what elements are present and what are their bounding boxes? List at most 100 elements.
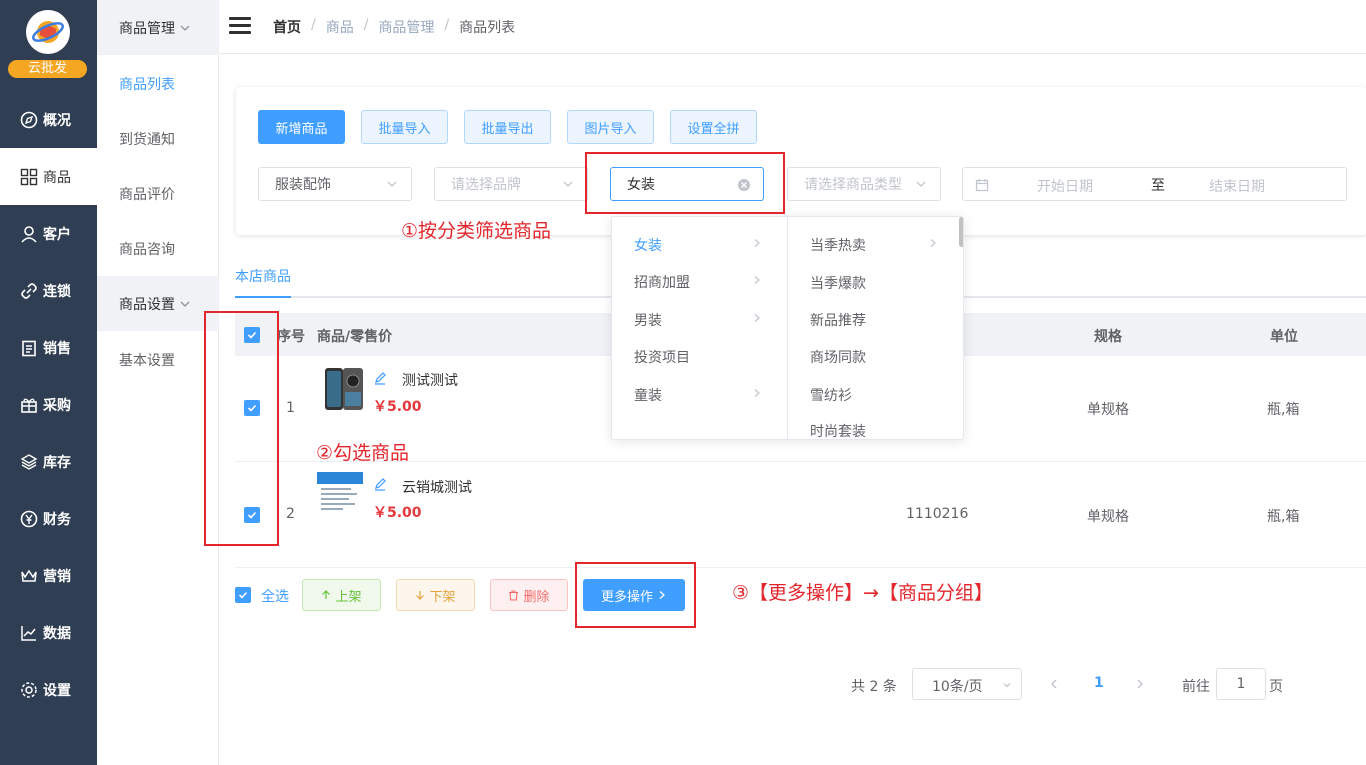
subnav-item-basic-settings[interactable]: 基本设置 [119, 350, 175, 370]
arrow-up-icon [322, 590, 331, 599]
column-header-unit: 单位 [1270, 329, 1298, 345]
category-select[interactable]: 服装配饰 [258, 167, 412, 201]
cascader-option[interactable]: 当季爆款 [810, 273, 950, 293]
select-all-bottom-checkbox[interactable] [235, 587, 251, 603]
clear-circle-icon[interactable] [737, 178, 751, 192]
page-number-current[interactable]: 1 [1094, 675, 1104, 691]
category-select-value: 服装配饰 [275, 177, 331, 193]
goto-page-input[interactable]: 1 [1216, 668, 1266, 700]
breadcrumb-separator: / [311, 17, 316, 33]
main-sidebar: 云批发 概况 商品 客户 连锁 销售 采购 库存 财务 营销 数据 设置 [0, 0, 97, 765]
calendar-icon [975, 179, 989, 192]
next-page-icon[interactable] [1134, 678, 1146, 690]
planet-logo-icon [26, 10, 70, 54]
cascader-option[interactable]: 雪纺衫 [810, 385, 950, 405]
sidebar-item-label: 商品 [43, 169, 71, 186]
sidebar-item-products[interactable]: 商品 [0, 148, 97, 205]
cascader-option[interactable]: 女装 [634, 235, 774, 255]
sidebar-item-sales[interactable]: 销售 [0, 319, 97, 376]
select-all-label[interactable]: 全选 [261, 586, 289, 606]
brand-select[interactable]: 请选择品牌 [434, 167, 588, 201]
prev-page-icon[interactable] [1048, 678, 1060, 690]
set-pinyin-button[interactable]: 设置全拼 [670, 110, 757, 144]
cascader-option[interactable]: 新品推荐 [810, 310, 950, 330]
chevron-down-icon [180, 25, 190, 31]
row-checkbox[interactable] [244, 507, 260, 523]
menu-toggle-icon[interactable] [229, 17, 251, 35]
more-actions-button[interactable]: 更多操作 [583, 579, 685, 611]
breadcrumb-item[interactable]: 商品管理 [378, 17, 434, 37]
delete-label: 删除 [523, 589, 550, 605]
start-date-input[interactable]: 开始日期 [1037, 176, 1093, 196]
date-range-picker[interactable]: 开始日期 至 结束日期 [962, 167, 1347, 201]
annotation-text-filter: ①按分类筛选商品 [401, 220, 552, 242]
check-icon [247, 404, 257, 412]
product-thumbnail[interactable] [321, 366, 367, 412]
cascader-option[interactable]: 男装 [634, 310, 774, 330]
sub-category-cascader[interactable]: 女装 [610, 167, 764, 201]
layers-icon [20, 453, 38, 470]
batch-import-button[interactable]: 批量导入 [361, 110, 448, 144]
breadcrumb-item[interactable]: 商品 [326, 17, 354, 37]
cascader-scrollbar[interactable] [959, 217, 963, 247]
end-date-input[interactable]: 结束日期 [1209, 176, 1265, 196]
cascader-option[interactable]: 商场同款 [810, 347, 950, 367]
sidebar-item-data[interactable]: 数据 [0, 604, 97, 661]
product-spec: 单规格 [1087, 509, 1129, 525]
sidebar-item-customers[interactable]: 客户 [0, 205, 97, 262]
on-shelf-button[interactable]: 上架 [302, 579, 381, 611]
table-row[interactable]: 2 云销城测试 ￥5.00 1110216 单规格 瓶,箱 [235, 462, 1366, 568]
batch-export-button[interactable]: 批量导出 [464, 110, 551, 144]
product-type-select[interactable]: 请选择商品类型 [787, 167, 941, 201]
sidebar-item-inventory[interactable]: 库存 [0, 433, 97, 490]
chevron-right-icon [659, 591, 665, 599]
row-index: 2 [286, 506, 295, 522]
cascader-option[interactable]: 投资项目 [634, 347, 774, 367]
sidebar-item-chain[interactable]: 连锁 [0, 262, 97, 319]
breadcrumb-current: 商品列表 [459, 20, 516, 36]
product-thumbnail[interactable] [317, 472, 363, 518]
sidebar-item-overview[interactable]: 概况 [0, 91, 97, 148]
product-name[interactable]: 云销城测试 [402, 477, 472, 497]
sidebar-item-purchase[interactable]: 采购 [0, 376, 97, 433]
image-import-button[interactable]: 图片导入 [567, 110, 654, 144]
sidebar-item-settings[interactable]: 设置 [0, 661, 97, 718]
edit-pencil-icon[interactable] [373, 477, 387, 491]
subnav-item-reviews[interactable]: 商品评价 [119, 184, 175, 204]
cascader-option[interactable]: 童装 [634, 385, 774, 405]
tab-own-store-products[interactable]: 本店商品 [235, 264, 291, 298]
add-product-button[interactable]: 新增商品 [258, 110, 345, 144]
subnav-item-arrival-notice[interactable]: 到货通知 [119, 129, 175, 149]
subnav-item-inquiries[interactable]: 商品咨询 [119, 239, 175, 259]
sidebar-item-label: 营销 [43, 568, 71, 585]
column-header-spec: 规格 [1094, 329, 1122, 345]
row-checkbox[interactable] [244, 400, 260, 416]
page-size-select[interactable]: 10条/页 [912, 668, 1022, 700]
check-icon [247, 511, 257, 519]
link-icon [21, 282, 37, 299]
sidebar-item-marketing[interactable]: 营销 [0, 547, 97, 604]
sub-navigation: 商品管理 商品列表 到货通知 商品评价 商品咨询 商品设置 基本设置 [97, 0, 219, 765]
product-name[interactable]: 测试测试 [402, 370, 458, 390]
cascader-option[interactable]: 当季热卖 [810, 235, 950, 255]
category-cascader-dropdown: 女装 招商加盟 男装 投资项目 童装 当季热卖 当季爆款 新品推荐 商场同款 雪… [611, 216, 964, 440]
cascader-panel-level-1: 女装 招商加盟 男装 投资项目 童装 [612, 217, 788, 439]
product-price: ￥5.00 [373, 505, 422, 521]
chevron-down-icon [563, 181, 573, 187]
edit-pencil-icon[interactable] [373, 371, 387, 385]
annotation-text-select: ②勾选商品 [316, 442, 410, 464]
breadcrumb-home[interactable]: 首页 [273, 17, 301, 37]
subnav-item-product-list[interactable]: 商品列表 [119, 74, 175, 94]
off-shelf-button[interactable]: 下架 [396, 579, 475, 611]
subnav-group-product-settings[interactable]: 商品设置 [97, 276, 219, 331]
subnav-group-product-management[interactable]: 商品管理 [97, 0, 219, 55]
cascader-option[interactable]: 时尚套装 [810, 421, 950, 439]
sidebar-item-finance[interactable]: 财务 [0, 490, 97, 547]
delete-button[interactable]: 删除 [490, 579, 568, 611]
sidebar-item-label: 采购 [43, 397, 71, 414]
sidebar-item-label: 连锁 [43, 283, 71, 300]
clipboard-icon [22, 340, 36, 356]
select-all-checkbox[interactable] [244, 327, 260, 343]
breadcrumb-separator: / [444, 17, 450, 33]
cascader-option[interactable]: 招商加盟 [634, 272, 774, 292]
